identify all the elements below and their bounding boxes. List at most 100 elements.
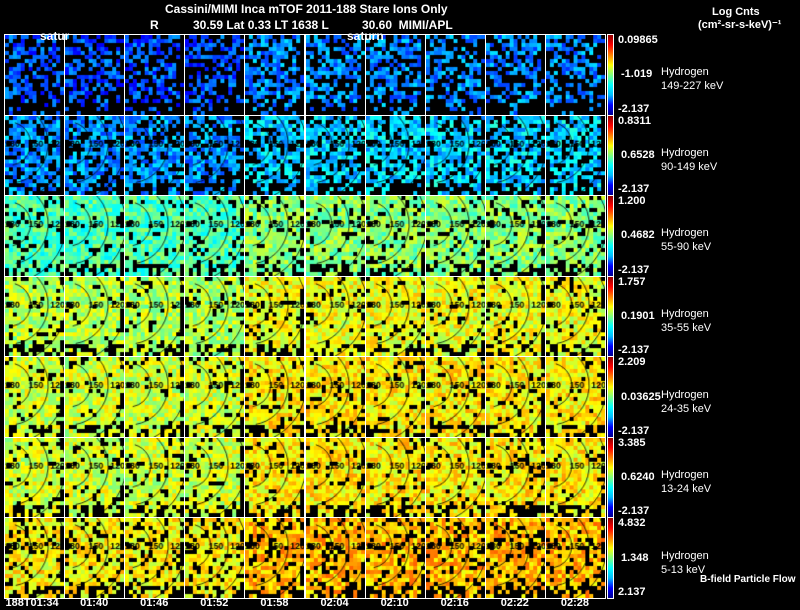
image-panel xyxy=(244,517,306,599)
image-panel xyxy=(364,517,426,599)
image-panel xyxy=(544,436,606,519)
heatmap-canvas xyxy=(125,115,185,196)
heatmap-canvas xyxy=(185,357,245,437)
colorbar-max-label: 1.200 xyxy=(618,195,646,208)
heatmap-canvas xyxy=(425,115,485,196)
heatmap-canvas xyxy=(125,357,185,437)
species-label: Hydrogen xyxy=(661,146,709,159)
heatmap-canvas xyxy=(65,437,125,518)
heatmap-canvas xyxy=(65,35,125,115)
heatmap-canvas xyxy=(485,518,545,598)
heatmap-canvas xyxy=(245,276,305,357)
image-panel xyxy=(64,114,126,197)
image-panel xyxy=(484,275,546,358)
image-panel xyxy=(124,195,186,277)
image-panel xyxy=(184,195,246,277)
image-panel xyxy=(544,195,606,277)
heatmap-canvas xyxy=(5,196,65,276)
image-panel xyxy=(424,275,486,358)
heatmap-canvas xyxy=(485,357,545,437)
image-panel xyxy=(184,34,246,116)
colorbar-min-label: -2.137 xyxy=(618,263,650,276)
image-panel xyxy=(124,114,186,197)
heatmap-canvas xyxy=(425,518,485,598)
image-panel xyxy=(4,275,66,358)
species-label: Hydrogen xyxy=(661,227,709,240)
colorbar xyxy=(607,356,614,438)
heatmap-canvas xyxy=(485,437,545,518)
heatmap-canvas xyxy=(245,115,305,196)
heatmap-canvas xyxy=(125,276,185,357)
image-panel xyxy=(244,195,306,277)
image-panel xyxy=(484,517,546,599)
heatmap-canvas xyxy=(5,35,65,115)
image-panel xyxy=(64,436,126,519)
heatmap-canvas xyxy=(305,196,365,276)
image-panel xyxy=(544,114,606,197)
heatmap-canvas xyxy=(185,196,245,276)
image-panel xyxy=(304,34,366,116)
heatmap-canvas xyxy=(5,357,65,437)
image-panel xyxy=(424,195,486,277)
image-panel xyxy=(64,34,126,116)
heatmap-canvas xyxy=(365,276,425,357)
image-panel xyxy=(4,195,66,277)
image-panel xyxy=(484,356,546,438)
image-panel xyxy=(544,275,606,358)
heatmap-canvas xyxy=(245,196,305,276)
image-panel xyxy=(124,34,186,116)
heatmap-canvas xyxy=(545,276,605,357)
heatmap-canvas xyxy=(125,196,185,276)
time-label: 02:28 xyxy=(560,597,589,609)
image-panel xyxy=(304,195,366,277)
image-panel xyxy=(544,356,606,438)
heatmap-canvas xyxy=(125,35,185,115)
heatmap-canvas xyxy=(545,35,605,115)
image-panel xyxy=(304,114,366,197)
heatmap-canvas xyxy=(125,437,185,518)
saturn-label-left: satur xyxy=(40,29,70,43)
colorbar-mid-label: 0.03625 xyxy=(621,390,661,403)
heatmap-canvas xyxy=(545,196,605,276)
heatmap-canvas xyxy=(5,276,65,357)
heatmap-canvas xyxy=(485,196,545,276)
units-label: (cm²-sr-s-keV)⁻¹ xyxy=(698,19,782,31)
heatmap-canvas xyxy=(365,357,425,437)
energy-range-label: 13-24 keV xyxy=(661,483,712,496)
image-panel xyxy=(484,436,546,519)
colorbar-min-label: -2.137 xyxy=(618,183,650,196)
heatmap-canvas xyxy=(65,276,125,357)
time-label: 188T01:34 xyxy=(5,597,59,609)
image-panel xyxy=(304,517,366,599)
species-label: Hydrogen xyxy=(661,469,709,482)
image-panel xyxy=(124,275,186,358)
heatmap-canvas xyxy=(245,518,305,598)
colorbar-max-label: 1.757 xyxy=(618,275,646,288)
colorbar-mid-label: 0.1901 xyxy=(621,309,655,322)
image-panel xyxy=(364,195,426,277)
heatmap-canvas xyxy=(65,357,125,437)
heatmap-canvas xyxy=(185,518,245,598)
image-panel xyxy=(184,356,246,438)
colorbar-mid-label: 0.6240 xyxy=(621,471,655,484)
image-panel xyxy=(484,34,546,116)
colorbar-mid-label: 1.348 xyxy=(621,551,649,564)
heatmap-canvas xyxy=(485,276,545,357)
heatmap-canvas xyxy=(485,35,545,115)
colorbar-max-label: 2.209 xyxy=(618,356,646,369)
image-panel xyxy=(364,34,426,116)
image-panel xyxy=(544,34,606,116)
image-panel xyxy=(484,114,546,197)
heatmap-canvas xyxy=(245,35,305,115)
bfield-note: B-field Particle Flow xyxy=(700,574,796,585)
title-line-2: 30.59 Lat 0.33 LT 1638 L 30.60 MIMI/APL xyxy=(193,18,453,32)
image-panel xyxy=(244,34,306,116)
energy-range-label: 24-35 keV xyxy=(661,402,712,415)
image-panel xyxy=(244,275,306,358)
image-panel xyxy=(64,275,126,358)
heatmap-canvas xyxy=(65,115,125,196)
units-title: Log Cnts xyxy=(712,6,760,18)
species-label: Hydrogen xyxy=(661,549,709,562)
image-panel xyxy=(304,275,366,358)
energy-range-label: 35-55 keV xyxy=(661,321,712,334)
